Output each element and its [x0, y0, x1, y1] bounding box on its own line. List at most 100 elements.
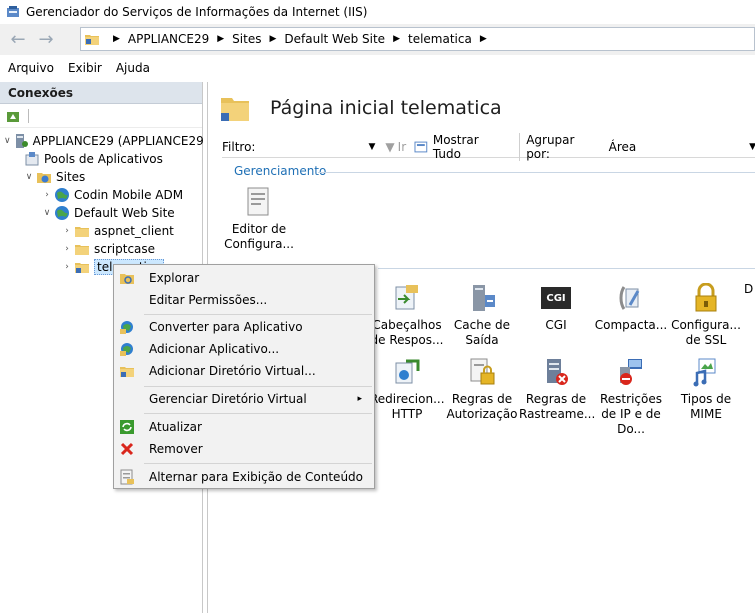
feature-cgi[interactable]: CGI CGI [519, 282, 593, 333]
folder-icon [85, 35, 99, 45]
tree-item-server[interactable]: ∨ APPLIANCE29 (APPLIANCE29 [0, 132, 204, 150]
tree-item-default-web-site[interactable]: ∨ Default Web Site [0, 204, 202, 222]
breadcrumb-item[interactable]: Default Web Site [284, 32, 385, 46]
cgi-icon: CGI [540, 282, 572, 314]
tree-item-aspnet-client[interactable]: › aspnet_client [0, 222, 202, 240]
feature-label: Redirecion... HTTP [370, 392, 445, 421]
go-button[interactable]: ▼ Ir [385, 140, 406, 154]
tree-expander[interactable]: › [62, 226, 72, 236]
feature-output-cache[interactable]: Cache de Saída [445, 282, 519, 348]
show-all-label: Mostrar Tudo [432, 132, 479, 161]
menu-item-label: Gerenciar Diretório Virtual [149, 392, 307, 406]
show-all-button[interactable]: Mostrar Tudo [414, 133, 509, 161]
tree-item-codin[interactable]: › Codin Mobile ADM [0, 186, 202, 204]
menu-arquivo[interactable]: Arquivo [8, 61, 54, 75]
page-title: Página inicial telematica [270, 97, 502, 119]
menu-item-refresh[interactable]: Atualizar [114, 416, 374, 438]
feature-compression[interactable]: Compacta... [594, 282, 668, 333]
response-headers-icon [391, 282, 423, 314]
globe-icon [54, 187, 70, 203]
menu-ajuda[interactable]: Ajuda [116, 61, 150, 75]
breadcrumb-item[interactable]: APPLIANCE29 [128, 32, 209, 46]
tree-item-scriptcase[interactable]: › scriptcase [0, 240, 202, 258]
chevron-right-icon: ▶ [217, 34, 225, 44]
connections-tree: ∨ APPLIANCE29 (APPLIANCE29 Pools de Apli… [0, 128, 204, 276]
menu-separator [144, 314, 372, 315]
group-by-select[interactable]: Área ▼ [609, 140, 755, 154]
title-bar: Gerenciador do Serviços de Informações d… [0, 0, 755, 24]
app-pool-icon [24, 151, 40, 167]
feature-label: Regras de Rastreame... [519, 392, 596, 421]
menu-separator [144, 413, 372, 414]
section-heading: Gerenciamento [234, 164, 327, 178]
breadcrumb[interactable]: ▶ APPLIANCE29 ▶ Sites ▶ Default Web Site… [80, 27, 755, 51]
feature-label: Configura... de SSL [671, 318, 741, 347]
feature-clipped[interactable]: D [744, 282, 755, 297]
virtual-folder-icon [221, 98, 249, 121]
menu-item-remove[interactable]: Remover [114, 438, 374, 460]
connections-header: Conexões [0, 82, 202, 104]
address-bar: ← → ▶ APPLIANCE29 ▶ Sites ▶ Default Web … [0, 24, 755, 55]
menu-item-edit-permissions[interactable]: Editar Permissões... [114, 289, 374, 311]
tree-expander[interactable]: ∨ [4, 136, 11, 146]
filter-input[interactable]: ▼ [261, 138, 377, 156]
chevron-right-icon: ▶ [269, 34, 277, 44]
dropdown-icon[interactable]: ▼ [369, 142, 376, 152]
feature-authorization-rules[interactable]: Regras de Autorização [445, 356, 519, 422]
menu-item-explorar[interactable]: Explorar [114, 267, 374, 289]
feature-label: Compacta... [594, 318, 668, 332]
feature-mime-types[interactable]: Tipos de MIME [669, 356, 743, 422]
chevron-right-icon[interactable]: ▶ [480, 34, 487, 44]
globe-icon [54, 205, 70, 221]
connect-icon[interactable] [6, 109, 20, 123]
menu-item-label: Converter para Aplicativo [149, 320, 303, 334]
ssl-lock-icon [690, 282, 722, 314]
breadcrumb-item[interactable]: telematica [408, 32, 472, 46]
menu-exibir[interactable]: Exibir [68, 61, 102, 75]
back-button[interactable]: ← [6, 28, 30, 50]
tree-expander[interactable]: › [42, 190, 52, 200]
sites-folder-icon [36, 169, 52, 185]
tree-expander[interactable]: › [62, 244, 72, 254]
menu-item-convert-app[interactable]: Converter para Aplicativo [114, 316, 374, 338]
feature-label: Editor de Configura... [224, 222, 294, 251]
menu-item-label: Alternar para Exibição de Conteúdo [149, 470, 364, 484]
menu-item-content-view[interactable]: Alternar para Exibição de Conteúdo [114, 466, 374, 488]
add-vdir-icon [119, 363, 135, 379]
back-arrow-icon: ← [10, 28, 26, 50]
feature-ip-restrictions[interactable]: Restrições de IP e de Do... [594, 356, 668, 437]
feature-config-editor[interactable]: Editor de Configura... [222, 186, 296, 252]
menu-item-add-vdir[interactable]: Adicionar Diretório Virtual... [114, 360, 374, 382]
feature-http-redirect[interactable]: Redirecion... HTTP [370, 356, 445, 422]
tree-item-app-pools[interactable]: Pools de Aplicativos [0, 150, 202, 168]
section-divider [378, 268, 755, 269]
compression-icon [615, 282, 647, 314]
menu-item-label: Adicionar Aplicativo... [149, 342, 280, 356]
folder-icon [74, 241, 90, 257]
group-by-value: Área [608, 139, 637, 154]
feature-label: D [744, 282, 754, 296]
submenu-arrow-icon: ▸ [357, 394, 362, 404]
menu-item-manage-vdir[interactable]: Gerenciar Diretório Virtual ▸ [114, 388, 374, 410]
feature-label: Tipos de MIME [680, 392, 732, 421]
tree-expander[interactable]: › [62, 262, 72, 272]
filter-bar: Filtro: ▼ ▼ Ir Mostrar Tudo Agrupar por:… [222, 132, 755, 161]
forward-button[interactable]: → [34, 28, 58, 50]
feature-label: Cache de Saída [453, 318, 511, 347]
feature-response-headers[interactable]: Cabeçalhos de Respos... [370, 282, 444, 348]
menu-item-add-app[interactable]: Adicionar Aplicativo... [114, 338, 374, 360]
server-icon [13, 133, 29, 149]
toolbar-divider [28, 108, 29, 123]
feature-label: Cabeçalhos de Respos... [370, 318, 444, 347]
tree-expander[interactable]: ∨ [42, 208, 52, 218]
feature-tracing-rules[interactable]: Regras de Rastreame... [519, 356, 596, 422]
dropdown-icon: ▼ [749, 141, 755, 152]
tree-label: scriptcase [94, 242, 156, 256]
feature-ssl[interactable]: Configura... de SSL [669, 282, 743, 348]
output-cache-icon [466, 282, 498, 314]
tree-label: Codin Mobile ADM [74, 188, 184, 202]
section-divider [318, 172, 755, 173]
tree-item-sites[interactable]: ∨ Sites [0, 168, 202, 186]
tree-expander[interactable]: ∨ [24, 172, 34, 182]
breadcrumb-item[interactable]: Sites [232, 32, 261, 46]
